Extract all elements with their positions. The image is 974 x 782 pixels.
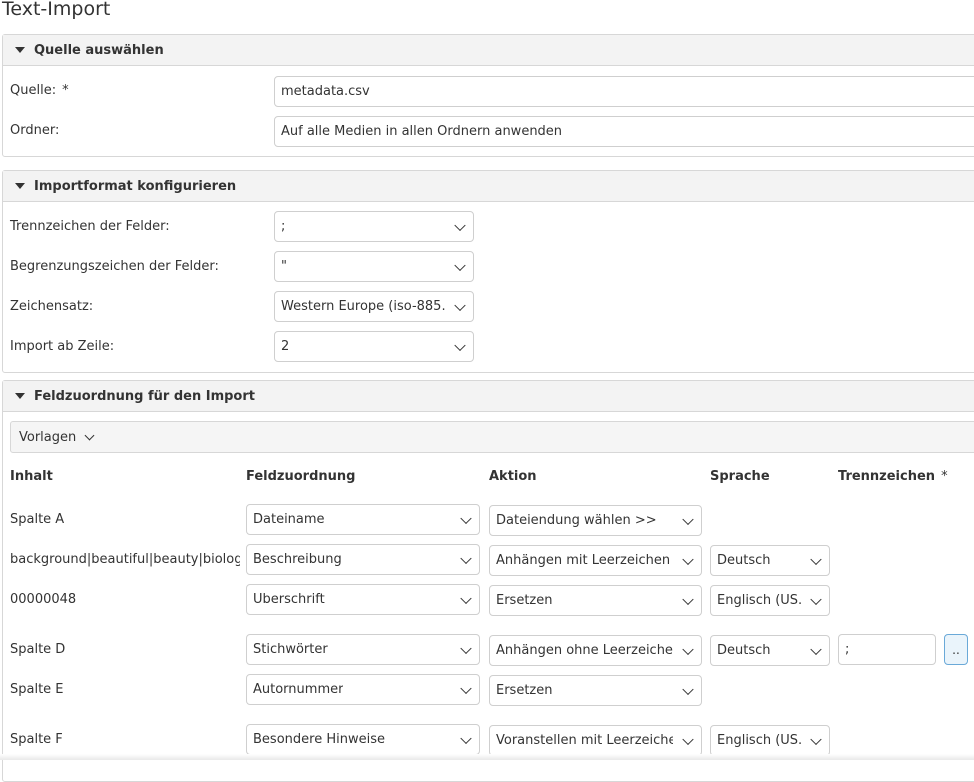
field-separator-label: Trennzeichen der Felder: bbox=[10, 219, 170, 234]
field-separator-select[interactable]: ; bbox=[274, 211, 474, 242]
format-panel-header[interactable]: Importformat konfigurieren bbox=[3, 171, 974, 202]
chevron-down-icon bbox=[454, 339, 466, 351]
charset-select[interactable]: Western Europe (iso-885... bbox=[274, 291, 474, 322]
row-content: Spalte F bbox=[10, 732, 63, 747]
page-title: Text-Import bbox=[2, 0, 111, 20]
row-content: Spalte A bbox=[10, 512, 65, 527]
chevron-down-icon bbox=[810, 593, 822, 605]
chevron-down-icon bbox=[682, 593, 694, 605]
templates-dropdown[interactable]: Vorlagen bbox=[10, 421, 974, 453]
col-header-action: Aktion bbox=[489, 469, 537, 484]
col-header-mapping: Feldzuordnung bbox=[246, 469, 356, 484]
row-action-select[interactable]: Ersetzen bbox=[489, 585, 702, 616]
row-content: background|beautiful|beauty|biology bbox=[10, 552, 240, 567]
chevron-down-icon bbox=[810, 643, 822, 655]
quelle-input[interactable]: metadata.csv bbox=[274, 76, 974, 107]
separator-more-button[interactable]: .. bbox=[944, 634, 968, 665]
row-mapping-select[interactable]: Autornummer bbox=[246, 674, 480, 705]
row-language-select[interactable]: Englisch (US... bbox=[710, 585, 830, 616]
chevron-down-icon bbox=[460, 592, 472, 604]
chevron-down-icon bbox=[682, 733, 694, 745]
row-action-select[interactable]: Ersetzen bbox=[489, 675, 702, 706]
row-mapping-select[interactable]: Besondere Hinweise bbox=[246, 724, 480, 755]
row-mapping-select[interactable]: Beschreibung bbox=[246, 544, 480, 575]
row-action-select[interactable]: Dateiendung wählen >> bbox=[489, 505, 702, 536]
col-header-content: Inhalt bbox=[10, 469, 53, 484]
row-mapping-select[interactable]: Stichwörter bbox=[246, 634, 480, 665]
chevron-down-icon bbox=[810, 733, 822, 745]
triangle-down-icon bbox=[15, 393, 25, 399]
triangle-down-icon bbox=[15, 47, 25, 53]
row-mapping-select[interactable]: Uberschrift bbox=[246, 584, 480, 615]
row-content: Spalte E bbox=[10, 682, 64, 697]
chevron-down-icon bbox=[460, 682, 472, 694]
row-language-select[interactable]: Englisch (US... bbox=[710, 725, 830, 756]
row-language-select[interactable]: Deutsch bbox=[710, 635, 830, 666]
source-panel-header[interactable]: Quelle auswählen bbox=[3, 35, 974, 66]
triangle-down-icon bbox=[15, 183, 25, 189]
ordner-label: Ordner: bbox=[10, 123, 60, 138]
mapping-panel-header[interactable]: Feldzuordnung für den Import bbox=[3, 381, 974, 412]
chevron-down-icon bbox=[682, 513, 694, 525]
col-header-separator: Trennzeichen * bbox=[838, 469, 948, 484]
chevron-down-icon bbox=[454, 299, 466, 311]
chevron-down-icon bbox=[460, 642, 472, 654]
chevron-down-icon bbox=[454, 219, 466, 231]
chevron-down-icon bbox=[460, 732, 472, 744]
row-action-select[interactable]: Voranstellen mit Leerzeichen bbox=[489, 725, 702, 756]
row-action-select[interactable]: Anhängen mit Leerzeichen bbox=[489, 545, 702, 576]
chevron-down-icon bbox=[682, 553, 694, 565]
chevron-down-icon bbox=[682, 643, 694, 655]
row-language-select[interactable]: Deutsch bbox=[710, 545, 830, 576]
col-header-language: Sprache bbox=[710, 469, 770, 484]
row-content: Spalte D bbox=[10, 642, 66, 657]
chevron-down-icon bbox=[454, 259, 466, 271]
field-delimiter-label: Begrenzungszeichen der Felder: bbox=[10, 259, 219, 274]
mapping-panel-title: Feldzuordnung für den Import bbox=[34, 388, 255, 404]
start-row-label: Import ab Zeile: bbox=[10, 339, 115, 354]
bottom-shadow bbox=[0, 754, 974, 760]
quelle-label: Quelle: * bbox=[10, 83, 69, 98]
row-mapping-select[interactable]: Dateiname bbox=[246, 504, 480, 535]
start-row-select[interactable]: 2 bbox=[274, 331, 474, 362]
charset-label: Zeichensatz: bbox=[10, 299, 94, 314]
chevron-down-icon bbox=[460, 512, 472, 524]
row-separator-input[interactable]: ; bbox=[838, 634, 936, 665]
field-delimiter-select[interactable]: " bbox=[274, 251, 474, 282]
chevron-down-icon bbox=[810, 553, 822, 565]
chevron-down-icon bbox=[682, 683, 694, 695]
format-panel-title: Importformat konfigurieren bbox=[34, 178, 237, 194]
source-panel-title: Quelle auswählen bbox=[34, 42, 164, 58]
chevron-down-icon bbox=[84, 430, 95, 440]
ordner-input[interactable]: Auf alle Medien in allen Ordnern anwende… bbox=[274, 116, 974, 147]
chevron-down-icon bbox=[460, 552, 472, 564]
row-content: 00000048 bbox=[10, 592, 77, 607]
row-action-select[interactable]: Anhängen ohne Leerzeichen bbox=[489, 635, 702, 666]
